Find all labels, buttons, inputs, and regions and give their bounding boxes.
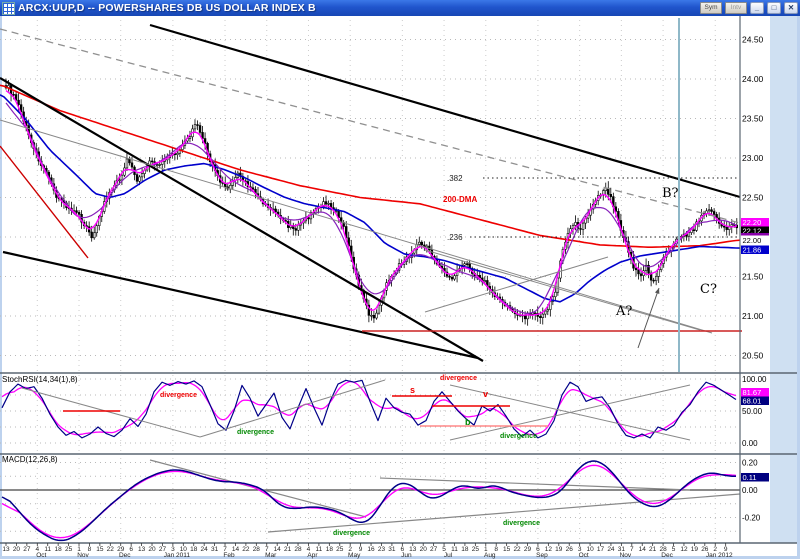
stochrsi-annotation: s — [410, 385, 415, 395]
date-tick: 18 — [326, 546, 334, 553]
stochrsi-annotation: b — [465, 417, 471, 427]
date-tick: 24 — [201, 546, 209, 553]
close-button[interactable]: ✕ — [784, 2, 798, 14]
date-tick: 21 — [284, 546, 292, 553]
month-label: Aug — [484, 552, 496, 559]
date-tick: 17 — [597, 546, 605, 553]
date-tick: 28 — [253, 546, 261, 553]
stochrsi-tick-label: 50.00 — [742, 407, 763, 416]
month-label: Jan 2011 — [164, 552, 191, 559]
maximize-button[interactable]: □ — [767, 2, 781, 14]
date-tick: 24 — [607, 546, 615, 553]
price-tick-label: 20.50 — [742, 351, 764, 361]
price-tick-label: 22.50 — [742, 193, 764, 203]
macd-tick-label: -0.20 — [742, 514, 761, 523]
price-annotation: .382 — [447, 174, 463, 183]
stochrsi-annotation: divergence — [237, 429, 274, 436]
date-tick: 18 — [55, 546, 63, 553]
month-label: Oct — [36, 552, 46, 559]
window-icon — [2, 2, 15, 15]
date-tick: 21 — [649, 546, 657, 553]
macd-tick-label: 0.20 — [742, 459, 758, 468]
price-tick-label: 21.50 — [742, 272, 764, 282]
title-bar[interactable]: ARCX:UUP,D -- POWERSHARES DB US DOLLAR I… — [0, 0, 800, 16]
value-label: 68.01 — [743, 397, 762, 406]
date-tick: 12 — [680, 546, 688, 553]
stochrsi-annotation: divergence — [500, 433, 537, 440]
date-tick: 16 — [367, 546, 375, 553]
date-tick: 29 — [524, 546, 532, 553]
month-label: Mar — [265, 552, 277, 559]
price-tick-label: 23.00 — [742, 153, 764, 163]
month-label: Dec — [119, 552, 131, 559]
value-label: 22.00 — [743, 236, 762, 245]
chart-canvas[interactable]: 200-DMA .382 .236 B? C? A? divergence divergenc… — [0, 16, 800, 559]
stochrsi-annotation: v — [483, 389, 488, 399]
month-label: Jan 2012 — [706, 552, 733, 559]
macd-label: MACD(12,26,8) — [2, 455, 58, 464]
date-tick: 18 — [190, 546, 198, 553]
date-tick: 18 — [461, 546, 469, 553]
intv-button[interactable]: Intv — [725, 2, 747, 14]
date-tick: 22 — [513, 546, 521, 553]
stochrsi-tick-label: 0.00 — [742, 439, 758, 448]
date-tick: 20 — [420, 546, 428, 553]
date-tick: 20 — [13, 546, 21, 553]
month-label: Feb — [223, 552, 235, 559]
date-tick: 22 — [107, 546, 115, 553]
month-label: Nov — [620, 552, 632, 559]
date-tick: 13 — [2, 546, 10, 553]
window-title: ARCX:UUP,D -- POWERSHARES DB US DOLLAR I… — [18, 2, 316, 14]
price-annotation: 200-DMA — [443, 195, 477, 204]
date-tick: 31 — [388, 546, 396, 553]
stochrsi-annotation: divergence — [160, 392, 197, 399]
month-label: Jun — [401, 552, 412, 559]
price-tick-label: 23.50 — [742, 114, 764, 124]
date-tick: 22 — [242, 546, 250, 553]
month-label: Jul — [444, 552, 453, 559]
month-label: Nov — [77, 552, 89, 559]
date-tick: 23 — [378, 546, 386, 553]
month-label: Oct — [579, 552, 589, 559]
month-label: Dec — [661, 552, 673, 559]
stochrsi-annotation: divergence — [440, 375, 477, 382]
value-label: 21.86 — [743, 246, 762, 255]
price-annotation: C? — [700, 282, 717, 297]
macd-annotation: divergence — [333, 530, 370, 537]
date-tick: 27 — [430, 546, 438, 553]
date-tick: 15 — [96, 546, 104, 553]
date-tick: 28 — [294, 546, 302, 553]
date-tick: 19 — [555, 546, 563, 553]
price-annotation: A? — [615, 304, 632, 319]
date-tick: 20 — [148, 546, 156, 553]
stochrsi-label: StochRSI(14,34(1),8) — [2, 375, 78, 384]
date-tick: 19 — [691, 546, 699, 553]
date-tick: 14 — [639, 546, 647, 553]
date-tick: 27 — [23, 546, 31, 553]
date-tick: 13 — [138, 546, 146, 553]
macd-annotation: divergence — [503, 520, 540, 527]
chart-window: ARCX:UUP,D -- POWERSHARES DB US DOLLAR I… — [0, 0, 800, 559]
price-annotation: .236 — [447, 233, 463, 242]
stochrsi-tick-label: 100.00 — [742, 375, 767, 384]
price-annotation: B? — [662, 186, 679, 201]
month-label: May — [348, 552, 361, 559]
value-label: 0.11 — [743, 473, 757, 482]
date-tick: 25 — [472, 546, 480, 553]
sym-button[interactable]: Sym — [700, 2, 722, 14]
month-label: Sep — [536, 552, 548, 559]
price-tick-label: 24.50 — [742, 35, 764, 45]
date-tick: 26 — [566, 546, 574, 553]
price-tick-label: 24.00 — [742, 74, 764, 84]
minimize-button[interactable]: _ — [750, 2, 764, 14]
date-tick: 25 — [65, 546, 73, 553]
date-tick: 15 — [503, 546, 511, 553]
macd-tick-label: 0.00 — [742, 486, 758, 495]
date-tick: 31 — [211, 546, 219, 553]
month-label: Apr — [307, 552, 318, 559]
price-tick-label: 21.00 — [742, 311, 764, 321]
date-tick: 25 — [336, 546, 344, 553]
